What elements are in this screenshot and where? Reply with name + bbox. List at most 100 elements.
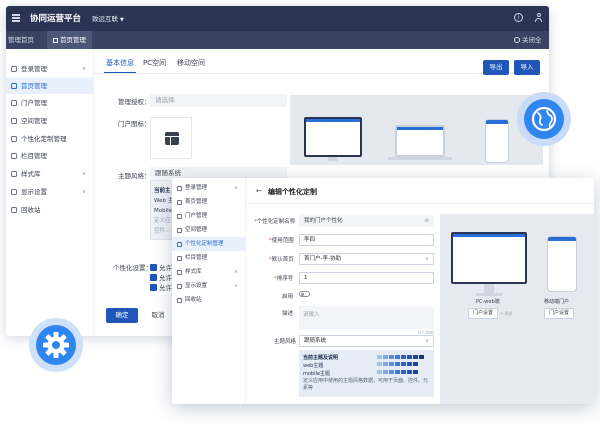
sidebar-item-display-settings[interactable]: 显示设置 ∨ bbox=[6, 184, 94, 200]
color-swatch bbox=[401, 362, 406, 366]
editor-sidebar: 登录管理 ∨ 首页管理 门户管理 空间管理 个性化定制管理 栏目管理 样式库 ∨ 显… bbox=[172, 178, 246, 404]
tab-mobile-space[interactable]: 移动空间 bbox=[177, 58, 205, 68]
name-label: *个性化定制名称 bbox=[254, 219, 296, 225]
icon-label: 门户图标： bbox=[118, 120, 151, 128]
gear-icon bbox=[36, 325, 76, 365]
color-swatch bbox=[413, 355, 418, 359]
sidebar-item-label: 登录管理 bbox=[185, 185, 208, 191]
sidebar-item-style-library[interactable]: 样式库 ∨ bbox=[6, 166, 94, 182]
theme-info-line: Mobile bbox=[154, 208, 173, 214]
sidebar-item-label: 登录管理 bbox=[21, 65, 47, 73]
sidebar-item-label: 栏目管理 bbox=[21, 152, 47, 160]
laptop-preview bbox=[395, 125, 445, 157]
scope-input[interactable]: 李四 bbox=[299, 234, 434, 246]
home-icon bbox=[11, 83, 17, 89]
theme-info-line: 定义应 bbox=[154, 218, 171, 224]
allow-checkbox[interactable]: 允许 bbox=[150, 262, 172, 272]
theme-current-title: 当前主题及说明 bbox=[303, 355, 339, 361]
style-icon bbox=[11, 171, 17, 177]
org-selector[interactable]: 致远互联 ▼ bbox=[92, 13, 124, 23]
login-icon bbox=[177, 185, 182, 191]
pc-base bbox=[476, 293, 502, 296]
login-icon bbox=[11, 66, 17, 72]
enable-toggle[interactable] bbox=[299, 291, 310, 297]
color-swatch bbox=[419, 355, 424, 359]
phone-preview bbox=[485, 119, 509, 163]
theme-label: 主题风格 bbox=[274, 339, 297, 345]
sidebar-item-label: 回收站 bbox=[21, 206, 41, 214]
tab-basic-info[interactable]: 基本信息 bbox=[106, 58, 134, 68]
stage: 协同运营平台 致远互联 ▼ i 管理首页 首页管理 关闭全 登录管理 ∨ 首页管理 … bbox=[0, 0, 600, 424]
close-all-tabs-button[interactable]: 关闭全 bbox=[514, 31, 542, 49]
sidebar-item-personalize[interactable]: 个性化定制管理 bbox=[6, 131, 94, 147]
sidebar-item-space[interactable]: 空间管理 bbox=[6, 113, 94, 129]
theme-label: 主题风格： bbox=[118, 172, 151, 180]
sidebar-item-space[interactable]: 空间管理 bbox=[172, 223, 246, 237]
color-swatch bbox=[413, 370, 418, 374]
sidebar-item-label: 样式库 bbox=[185, 269, 202, 275]
sidebar-item-recycle-bin[interactable]: 回收站 bbox=[6, 202, 94, 218]
info-icon[interactable]: i bbox=[514, 13, 523, 22]
color-swatch bbox=[383, 370, 388, 374]
import-button[interactable]: 导入 bbox=[514, 60, 540, 75]
tab-homepage-management[interactable]: 首页管理 bbox=[47, 31, 92, 49]
sidebar-item-personalize[interactable]: 个性化定制管理 bbox=[172, 237, 246, 251]
order-input[interactable]: 1 bbox=[299, 272, 434, 284]
device-preview-area: PC-web端 移动端门户 门户设置 + 更多 门户设置 bbox=[440, 214, 594, 404]
sidebar-item-style-library[interactable]: 样式库 ∨ bbox=[172, 265, 246, 279]
portal-icon-upload[interactable] bbox=[150, 117, 192, 159]
color-swatch bbox=[395, 355, 400, 359]
sidebar-item-columns[interactable]: 栏目管理 bbox=[6, 148, 94, 164]
close-all-label: 关闭全 bbox=[522, 36, 542, 44]
menu-icon[interactable] bbox=[12, 14, 20, 22]
allow-checkbox[interactable]: 允许 bbox=[150, 282, 172, 292]
tab-home[interactable]: 管理首页 bbox=[8, 31, 34, 49]
sidebar-item-homepage[interactable]: 首页管理 bbox=[6, 78, 94, 94]
theme-description-panel: 当前主题及说明 web主题 mobile主题 定义应用中使用的主题风格数据，可用… bbox=[299, 350, 434, 397]
mobile-portal-settings-button[interactable]: 门户设置 bbox=[544, 308, 574, 319]
editor-header-divider bbox=[246, 203, 594, 204]
globe-badge bbox=[517, 92, 571, 146]
color-swatch bbox=[395, 362, 400, 366]
gear-badge bbox=[29, 318, 83, 372]
sidebar-item-columns[interactable]: 栏目管理 bbox=[172, 251, 246, 265]
back-arrow-icon[interactable]: ← bbox=[256, 187, 262, 195]
sidebar-item-portal[interactable]: 门户管理 bbox=[6, 95, 94, 111]
checkbox-checked-icon bbox=[150, 264, 157, 271]
color-swatch bbox=[407, 362, 412, 366]
sidebar-item-portal[interactable]: 门户管理 bbox=[172, 209, 246, 223]
chevron-down-icon: ∨ bbox=[82, 66, 87, 72]
checkbox-label: 允许 bbox=[159, 274, 172, 282]
chevron-down-icon: ∨ bbox=[82, 189, 87, 195]
globe-icon bbox=[524, 99, 564, 139]
sidebar-item-login[interactable]: 登录管理 ∨ bbox=[172, 181, 246, 195]
default-page-select[interactable]: 首门户-李-协助 ∨ bbox=[299, 253, 434, 265]
personalize-icon bbox=[177, 241, 182, 247]
name-input[interactable]: 我的门户个性化 ⊗ bbox=[299, 215, 434, 227]
cancel-button[interactable]: 取消 bbox=[143, 308, 173, 323]
sidebar-item-homepage[interactable]: 首页管理 bbox=[172, 195, 246, 209]
color-swatch bbox=[383, 362, 388, 366]
export-button[interactable]: 导出 bbox=[483, 60, 509, 75]
more-link[interactable]: + 更多 bbox=[500, 311, 513, 317]
pc-portal-settings-button[interactable]: 门户设置 bbox=[468, 308, 498, 319]
sidebar-item-label: 空间管理 bbox=[185, 227, 208, 233]
portal-icon bbox=[177, 213, 182, 219]
sidebar-item-display-settings[interactable]: 显示设置 ∨ bbox=[172, 279, 246, 293]
tab-pc-space[interactable]: PC空间 bbox=[143, 58, 166, 68]
sidebar-item-recycle-bin[interactable]: 回收站 bbox=[172, 293, 246, 307]
personalize-icon bbox=[11, 136, 17, 142]
desc-textarea[interactable]: 请输入 bbox=[299, 306, 434, 329]
display-icon bbox=[11, 189, 17, 195]
theme-select[interactable]: 跟随系统 ∨ bbox=[299, 335, 434, 347]
auth-select[interactable]: 请选择 bbox=[150, 94, 287, 107]
confirm-button[interactable]: 确定 bbox=[106, 308, 138, 323]
sidebar-item-label: 门户管理 bbox=[185, 213, 208, 219]
clear-icon[interactable]: ⊗ bbox=[424, 216, 429, 226]
color-swatch bbox=[377, 362, 382, 366]
sidebar-item-login[interactable]: 登录管理 ∨ bbox=[6, 61, 94, 77]
grid-icon bbox=[53, 37, 58, 43]
user-icon[interactable] bbox=[534, 13, 543, 22]
chevron-down-icon: ▼ bbox=[120, 17, 124, 23]
allow-checkbox[interactable]: 允许 bbox=[150, 272, 172, 282]
